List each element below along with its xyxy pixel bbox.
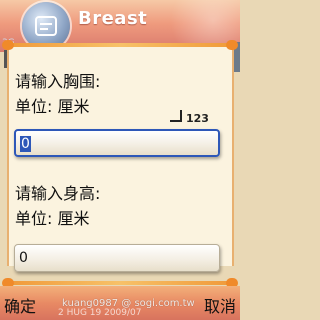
height-input-value: 0 [19,250,28,266]
chest-unit-label: 单位: 厘米 [15,97,90,116]
height-input[interactable]: 0 [14,244,220,272]
app-title: Breast [78,8,148,29]
ok-softkey[interactable]: 确定 [4,293,36,317]
height-unit-label: 单位: 厘米 [15,209,90,228]
chest-input[interactable]: 0 [14,129,220,157]
input-mode-indicator: 123 [170,110,209,125]
watermark-date: 2 HUG 19 2009/07 [58,308,142,318]
chest-prompt: 请输入胸围: [15,72,101,91]
input-mode-icon [170,110,182,122]
cancel-softkey[interactable]: 取消 [204,293,236,317]
input-mode-text: 123 [186,112,209,125]
height-prompt: 请输入身高: [15,184,101,203]
top-rail-divider [0,40,240,50]
chest-input-value: 0 [20,136,31,152]
